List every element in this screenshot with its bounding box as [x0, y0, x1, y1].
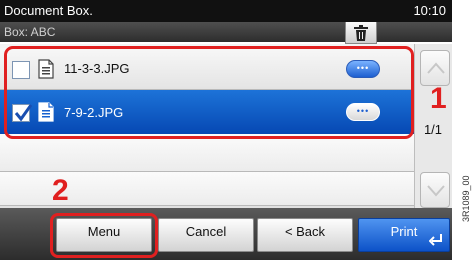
trash-icon [354, 25, 368, 41]
cancel-button-label: Cancel [185, 224, 227, 239]
delete-button[interactable] [345, 22, 377, 44]
box-name-bar: Box: ABC [0, 22, 452, 42]
empty-list-row [0, 134, 414, 172]
screen: Document Box. 10:10 Box: ABC 11-3-3.JPG [0, 0, 452, 270]
callout-number-1: 1 [430, 82, 447, 115]
menu-callout-highlight [50, 213, 158, 258]
title-bar: Document Box. 10:10 [0, 0, 452, 22]
back-button[interactable]: < Back [257, 218, 353, 252]
figure-code: 3R1089_00 [461, 175, 471, 222]
enter-icon [429, 234, 442, 246]
clock: 10:10 [413, 3, 446, 18]
callout-number-2: 2 [52, 174, 69, 207]
chevron-down-icon [427, 185, 445, 197]
print-button[interactable]: Print [358, 218, 450, 252]
rows-callout-highlight [4, 46, 414, 139]
scroll-down-button[interactable] [420, 172, 450, 208]
page-indicator: 1/1 [423, 122, 443, 137]
chevron-up-icon [427, 62, 445, 74]
scroll-up-button[interactable] [420, 50, 450, 86]
cancel-button[interactable]: Cancel [158, 218, 254, 252]
back-button-label: < Back [284, 224, 326, 239]
screen-title: Document Box. [4, 3, 93, 18]
box-name: Box: ABC [4, 25, 56, 39]
